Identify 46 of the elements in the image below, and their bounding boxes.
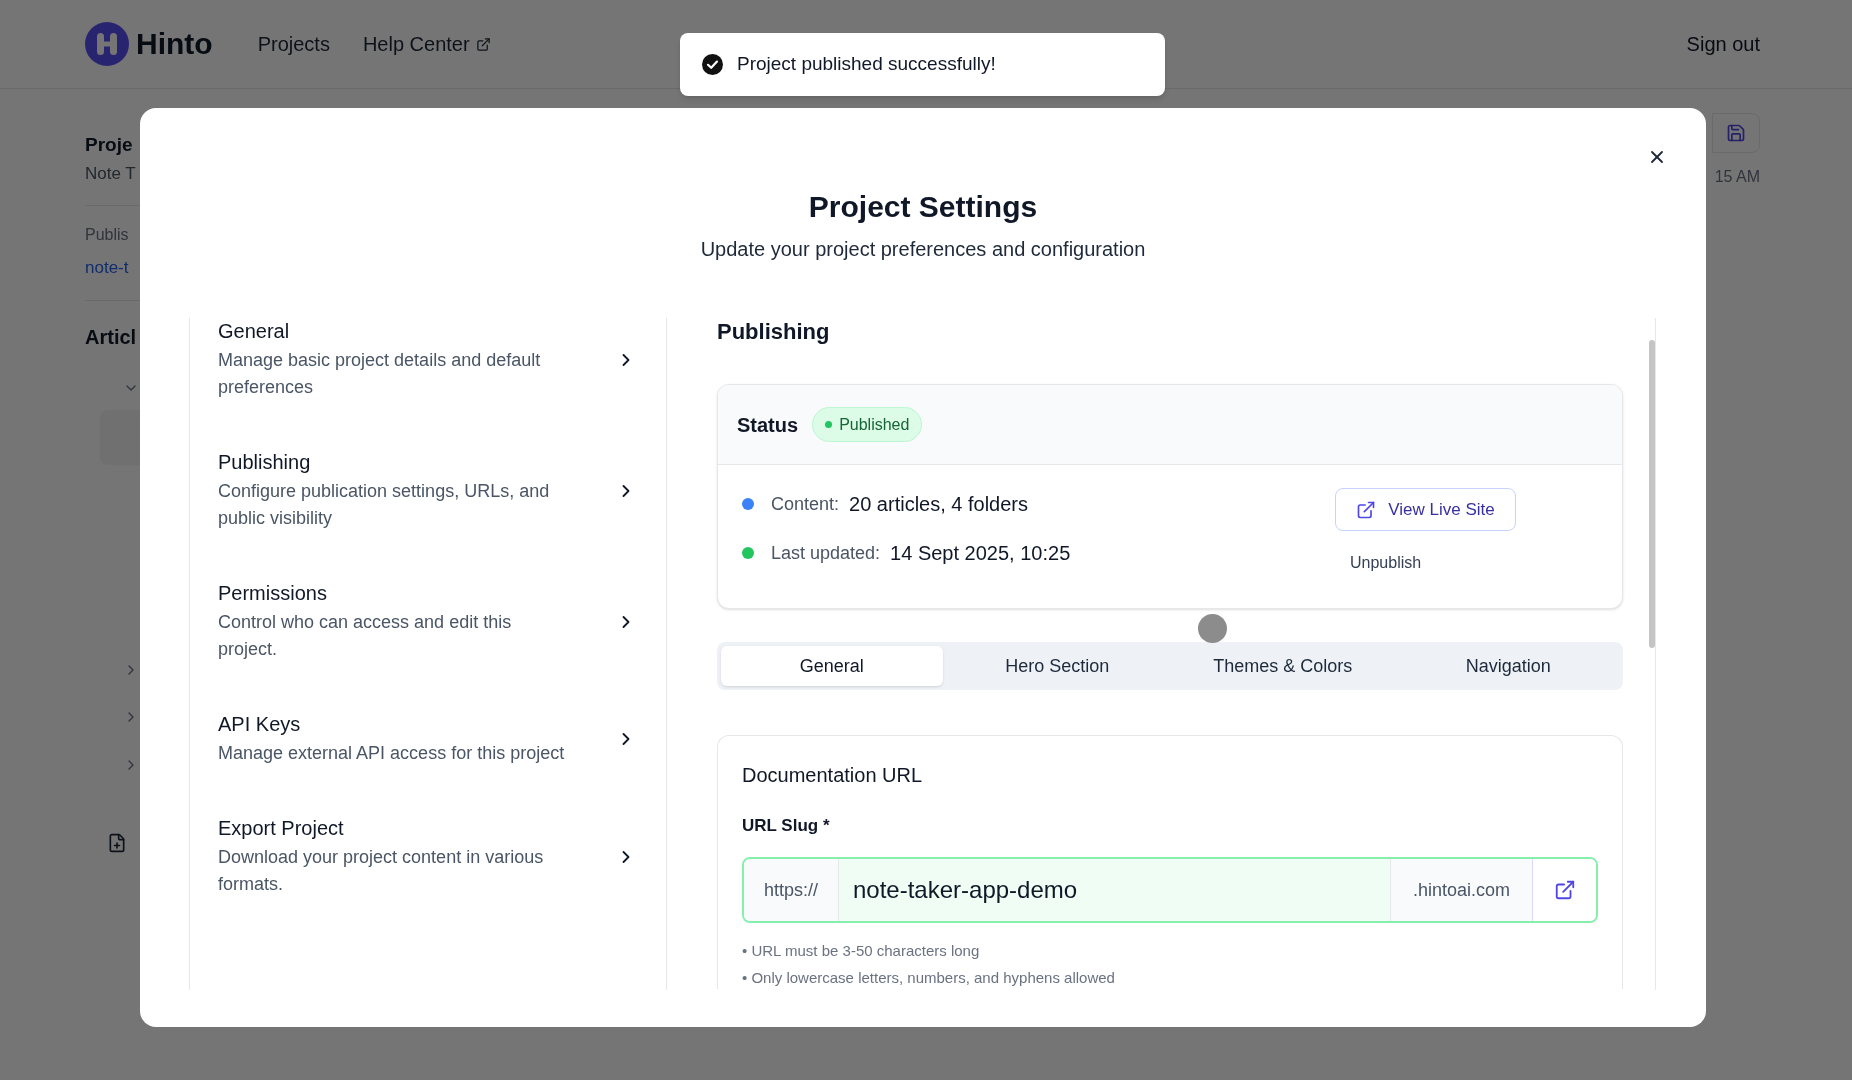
settings-tab[interactable]: Hero Section — [946, 646, 1168, 686]
dialog-subtitle: Update your project preferences and configuration — [700, 237, 1146, 262]
file-plus-icon[interactable] — [107, 833, 127, 853]
url-prefix: https:// — [744, 859, 839, 921]
url-suffix: .hintoai.com — [1390, 859, 1532, 921]
save-icon — [1726, 123, 1746, 143]
settings-menu-item[interactable]: Permissions Control who can access and edit this project. — [190, 580, 666, 663]
settings-menu-item[interactable]: API Keys Manage external API access for this project — [190, 711, 666, 767]
published-label: Publis — [85, 225, 130, 245]
nav-link[interactable]: Projects — [257, 29, 330, 59]
timestamp: 15 AM — [1714, 167, 1760, 187]
project-title: Proje — [85, 133, 134, 157]
project-subtitle: Note T — [85, 163, 137, 185]
field-label: URL Slug * — [742, 815, 831, 837]
save-button[interactable] — [1712, 113, 1760, 153]
settings-menu-item[interactable]: Publishing Configure publication settings, URLs, and public visibility — [190, 449, 666, 532]
hint-text: • Only lowercase letters, numbers, and hyphens allowed — [742, 968, 1116, 988]
status-label: Status — [737, 412, 799, 438]
info-value: 14 Sept 2025, 10:25 — [890, 541, 1071, 566]
logo-icon — [85, 22, 129, 66]
external-link-icon — [1356, 499, 1377, 520]
section-title: Documentation URL — [742, 763, 924, 788]
hint-text: • URL must be 3-50 characters long — [742, 941, 981, 961]
settings-tab[interactable]: General — [721, 646, 943, 686]
view-live-site-button[interactable]: View Live Site — [1335, 488, 1516, 531]
toast-message: Project published successfully! — [737, 52, 996, 77]
scrollbar-thumb[interactable] — [1649, 340, 1655, 648]
check-circle-icon — [702, 54, 723, 75]
external-link-icon — [1553, 879, 1576, 901]
dialog-title: Project Settings — [808, 189, 1038, 225]
settings-menu-item[interactable]: General Manage basic project details and default preferences — [190, 318, 666, 401]
panel-heading: Publishing — [717, 318, 831, 346]
brand-name: Hinto — [136, 29, 213, 59]
settings-tab[interactable]: Themes & Colors — [1172, 646, 1394, 686]
settings-menu-item[interactable]: Export Project Download your project content in various formats. — [190, 815, 666, 898]
sign-out-button[interactable]: Sign out — [1686, 29, 1760, 59]
info-label: Content: — [771, 492, 840, 516]
url-slug-input[interactable]: note-taker-app-demo — [839, 859, 1390, 921]
info-label: Last updated: — [771, 541, 881, 565]
nav-link[interactable]: Help Center — [362, 29, 491, 59]
open-link-button[interactable] — [1532, 859, 1596, 921]
unpublish-button[interactable]: Unpublish — [1335, 551, 1437, 575]
status-badge: Published — [812, 407, 923, 442]
settings-tab[interactable]: Navigation — [1397, 646, 1619, 686]
info-value: 20 articles, 4 folders — [849, 492, 1029, 517]
articles-heading: Articl — [85, 325, 137, 350]
